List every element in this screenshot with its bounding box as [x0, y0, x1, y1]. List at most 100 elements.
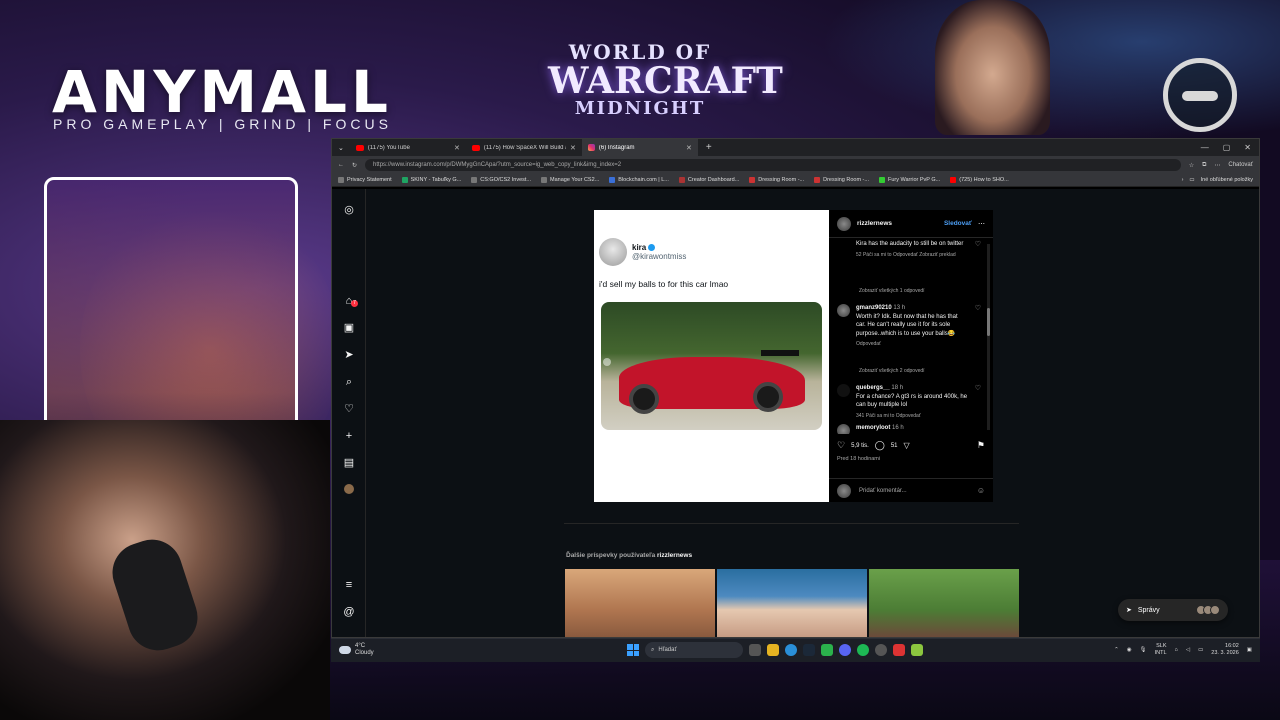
riot-icon[interactable]: [893, 644, 905, 656]
author-avatar[interactable]: [837, 216, 851, 231]
like-icon[interactable]: ♡: [837, 440, 845, 451]
task-view-icon[interactable]: [749, 644, 761, 656]
close-window-icon[interactable]: ✕: [1244, 143, 1251, 152]
close-icon[interactable]: ✕: [686, 144, 692, 152]
comment-input[interactable]: Pridať komentár...: [859, 488, 907, 494]
heart-icon[interactable]: ♡: [343, 403, 355, 415]
comment-meta[interactable]: 341 Páči sa mi to Odpovedať: [856, 412, 969, 421]
bookmark-item[interactable]: Dressing Room -...: [814, 177, 869, 183]
reels-icon[interactable]: ▣: [343, 322, 355, 334]
view-replies[interactable]: Zobraziť všetkých 2 odpovedí: [859, 368, 925, 374]
post-thumbnail[interactable]: [565, 569, 715, 637]
language-indicator[interactable]: SLK INTL: [1155, 643, 1167, 657]
menu-icon[interactable]: ≡: [343, 579, 355, 591]
own-avatar: [837, 483, 851, 498]
battery-icon[interactable]: ▭: [1198, 647, 1203, 653]
comment-user[interactable]: quebergs__: [856, 385, 890, 391]
instagram-icon[interactable]: ◎: [343, 204, 355, 216]
comment-user[interactable]: memoryloot: [856, 425, 890, 431]
comment-user[interactable]: gmanz90210: [856, 305, 892, 311]
comment-icon[interactable]: ◯: [875, 440, 885, 451]
follow-button[interactable]: Sledovať: [944, 220, 972, 227]
extensions-icon[interactable]: ⧉: [1202, 162, 1206, 169]
microphone-icon[interactable]: 🎙: [1140, 647, 1147, 653]
tab-youtube[interactable]: (1175) YouTube ✕: [350, 139, 466, 156]
bookmark-item[interactable]: Dressing Room -...: [749, 177, 804, 183]
bookmark-item[interactable]: (725) How to SHO...: [950, 177, 1009, 183]
like-comment-icon[interactable]: ♡: [975, 384, 981, 420]
more-posts-user[interactable]: rizzlernews: [657, 552, 692, 559]
volume-icon[interactable]: ◁: [1186, 647, 1190, 653]
new-tab-button[interactable]: +: [698, 142, 720, 153]
like-comment-icon[interactable]: ♡: [975, 304, 981, 349]
search-icon[interactable]: ⌕: [343, 376, 355, 388]
bookmark-item[interactable]: Manage Your CS2...: [541, 177, 599, 183]
bookmark-item[interactable]: Fury Warrior PvP G...: [878, 177, 940, 183]
app-icon[interactable]: [911, 644, 923, 656]
notification-icon[interactable]: ▣: [1247, 647, 1252, 653]
clock-date: 23. 3. 2026: [1211, 650, 1239, 656]
tab-list-chevron-icon[interactable]: ⌄: [332, 144, 350, 152]
maximize-icon[interactable]: ▢: [1223, 143, 1231, 152]
more-options-icon[interactable]: ⋯: [978, 220, 985, 228]
share-icon[interactable]: ▽: [904, 441, 910, 450]
view-replies[interactable]: Zobraziť všetkých 1 odpovedí: [859, 288, 925, 294]
post-author[interactable]: rizzlernews: [857, 220, 892, 227]
profile-avatar[interactable]: [344, 484, 354, 494]
refresh-icon[interactable]: ↻: [352, 162, 357, 169]
commenter-avatar[interactable]: [837, 384, 850, 397]
save-icon[interactable]: ⚑: [977, 440, 985, 451]
close-icon[interactable]: ✕: [570, 144, 576, 152]
tray-app-icon[interactable]: ◉: [1127, 647, 1132, 653]
steam-icon[interactable]: [803, 644, 815, 656]
taskbar-apps: ⌕ Hľadať: [627, 642, 923, 658]
other-bookmarks[interactable]: › ▭ Iné obľúbené položky: [1182, 177, 1253, 183]
obs-icon[interactable]: [875, 644, 887, 656]
url-input[interactable]: https://www.instagram.com/p/DWMygGnCApa/…: [365, 159, 1181, 171]
discord-icon[interactable]: [839, 644, 851, 656]
chevron-up-icon[interactable]: ⌃: [1114, 647, 1119, 653]
messenger-icon[interactable]: ➤: [343, 349, 355, 361]
commenter-avatar[interactable]: [837, 304, 850, 317]
emoji-icon[interactable]: ☺: [977, 486, 985, 495]
comments-scrollbar[interactable]: [987, 244, 990, 430]
windows-start-icon[interactable]: [627, 644, 639, 656]
messages-button[interactable]: ➤ Správy: [1118, 599, 1228, 621]
like-count[interactable]: 5,9 tis.: [851, 443, 869, 449]
carousel-prev-icon[interactable]: [603, 358, 611, 366]
tab-youtube-spacex[interactable]: (1175) How SpaceX Will Build a C... ✕: [466, 139, 582, 156]
minimize-icon[interactable]: —: [1201, 143, 1209, 152]
close-icon[interactable]: ✕: [454, 144, 460, 152]
bookmark-label: Blockchain.com | L...: [618, 177, 669, 183]
comment-meta[interactable]: Odpovedať: [856, 340, 969, 349]
comments-scroll-thumb[interactable]: [987, 308, 990, 336]
post-thumbnail[interactable]: [869, 569, 1019, 637]
weather-widget[interactable]: 4°C Cloudy: [339, 643, 374, 657]
clock[interactable]: 16:02 23. 3. 2026: [1211, 643, 1239, 657]
commenter-avatar[interactable]: [837, 424, 850, 434]
edge-icon[interactable]: [785, 644, 797, 656]
file-explorer-icon[interactable]: [767, 644, 779, 656]
comment-meta[interactable]: 52 Páči sa mi to Odpovedať Zobraziť prek…: [856, 251, 969, 260]
bookmark-item[interactable]: Privacy Statement: [338, 177, 392, 183]
bookmark-item[interactable]: Creator Dashboard...: [678, 177, 739, 183]
like-comment-icon[interactable]: ♡: [975, 240, 981, 259]
network-icon[interactable]: ⌂: [1175, 647, 1178, 653]
dashboard-icon[interactable]: ▤: [343, 457, 355, 469]
taskbar-search[interactable]: ⌕ Hľadať: [645, 642, 743, 658]
spotify-icon[interactable]: [857, 644, 869, 656]
create-icon[interactable]: +: [343, 430, 355, 442]
back-icon[interactable]: ←: [338, 162, 344, 168]
bookmark-item[interactable]: SKINY - Tabuľky G...: [401, 177, 461, 183]
play-icon[interactable]: [821, 644, 833, 656]
tab-instagram[interactable]: (6) Instagram ✕: [581, 139, 698, 156]
bookmark-item[interactable]: Blockchain.com | L...: [609, 177, 669, 183]
favorite-icon[interactable]: ☆: [1189, 162, 1194, 169]
bookmark-item[interactable]: CS:GO/CS2 Invest...: [471, 177, 531, 183]
settings-icon[interactable]: ⋯: [1214, 162, 1220, 169]
copilot-button[interactable]: Chatovať: [1228, 162, 1253, 168]
post-thumbnail[interactable]: [717, 569, 867, 637]
threads-icon[interactable]: @: [343, 606, 355, 618]
comment-header: quebergs__ 18 h: [856, 384, 969, 393]
post-actions: ♡ 5,9 tis. ◯ 51 ▽ ⚑: [837, 440, 985, 451]
